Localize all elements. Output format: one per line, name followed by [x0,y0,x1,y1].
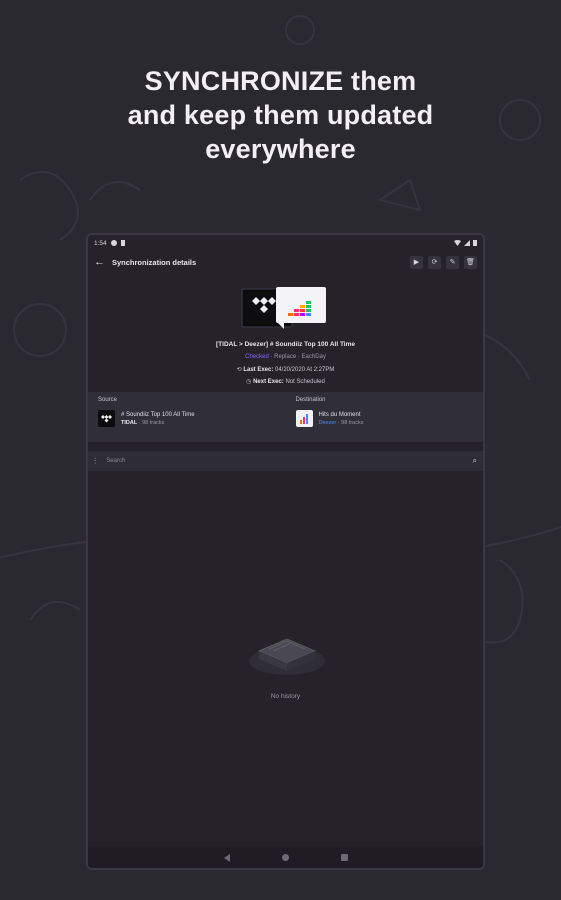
sync-cover-art [241,287,326,329]
headline-line-2: and keep them updated [127,100,434,130]
headline-line-1: SYNCHRONIZE them [144,66,417,96]
destination-tracks: 98 tracks [341,419,364,426]
system-nav-bar [88,847,483,868]
last-exec-label: Last Exec: [243,367,274,373]
source-column[interactable]: Source # Soundiiz Top 100 All Time TIDAL… [88,392,286,442]
sim-icon [120,240,125,246]
toolbar: ← Synchronization details ▶ ⟳ ✎ 🗑 [88,251,483,273]
play-icon[interactable]: ▶ [410,255,423,269]
edit-icon[interactable]: ✎ [446,255,459,269]
next-exec-label: Next Exec: [253,379,284,385]
arrow-back-icon[interactable]: ← [94,256,105,268]
toolbar-title: Synchronization details [112,257,197,267]
nav-recents-icon[interactable] [340,854,348,861]
app-screen: 1:54 ← Synchronization details ▶ ⟳ ✎ 🗑 [… [88,235,483,868]
headline-line-3: everywhere [205,134,356,164]
deezer-cover-icon [299,414,308,424]
filter-icon[interactable]: ⫶ [94,456,96,467]
wifi-icon [454,240,461,246]
status-bar: 1:54 [88,235,483,251]
search-input[interactable]: Search [106,458,462,464]
source-thumbnail [98,410,115,427]
tidal-logo-icon [101,414,112,422]
history-icon: ⟲ [236,367,242,373]
empty-history-text: No history [270,693,301,700]
sync-meta: Checked · Replace · EachDay [245,354,326,360]
last-exec-value: 04/20/2020 At 2:27PM [275,367,335,373]
tablet-frame: 1:54 ← Synchronization details ▶ ⟳ ✎ 🗑 [… [86,233,485,870]
search-bar: ⫶ Search ⌕ [88,451,483,471]
sync-mode: Replace [274,354,297,360]
source-tracks: 98 tracks [142,419,165,426]
source-service: TIDAL [121,419,138,426]
source-label: Source [98,397,118,403]
nav-back-icon[interactable] [223,853,230,862]
empty-history-illustration [249,638,325,675]
notification-icon [110,240,117,246]
clock-icon: ◷ [246,379,252,385]
destination-name: Hits du Moment [318,411,361,418]
last-exec: ⟲ Last Exec: 04/20/2020 At 2:27PM [88,366,483,373]
destination-label: Destination [295,397,326,403]
signal-icon [464,240,470,246]
next-exec-value: Not Scheduled [285,379,325,385]
search-icon[interactable]: ⌕ [473,456,477,466]
destination-thumbnail [295,410,313,427]
nav-home-icon[interactable] [281,854,289,861]
sync-title: [TIDAL > Deezer] # Soundiiz Top 100 All … [216,341,355,348]
delete-icon[interactable]: 🗑 [464,255,477,269]
next-exec: ◷ Next Exec: Not Scheduled [88,378,483,385]
destination-service: Deezer [318,419,337,426]
destination-column[interactable]: Destination Hits du Moment Deezer · 98 t… [286,392,484,442]
source-name: # Soundiiz Top 100 All Time [121,411,195,418]
sync-frequency: EachDay [301,354,326,360]
headline: SYNCHRONIZE them and keep them updated e… [0,64,561,166]
sync-status: Checked [245,354,269,360]
status-time: 1:54 [94,239,107,247]
sync-icon[interactable]: ⟳ [428,255,441,269]
battery-icon [473,240,477,246]
source-destination-panel: Source # Soundiiz Top 100 All Time TIDAL… [88,392,483,442]
